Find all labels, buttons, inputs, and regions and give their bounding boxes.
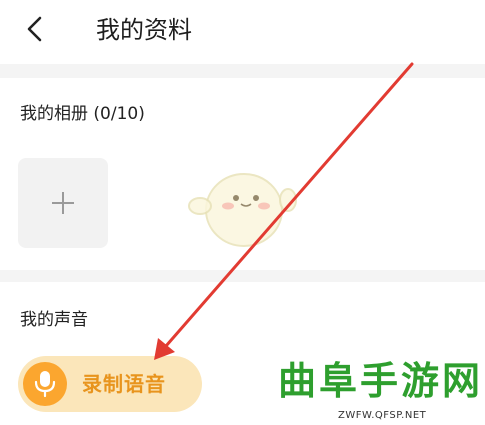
microphone-icon (34, 371, 56, 398)
record-voice-label: 录制语音 (82, 372, 166, 396)
mascot-watermark-icon (188, 173, 297, 247)
section-divider (0, 64, 485, 78)
section-divider (0, 270, 485, 282)
watermark-text: 曲阜手游网 (278, 359, 484, 403)
back-button[interactable] (20, 14, 50, 44)
header-bar: 我的资料 (0, 0, 485, 64)
add-photo-button[interactable] (18, 158, 108, 248)
watermark-url: ZWFW.QFSP.NET (338, 410, 427, 421)
page-title: 我的资料 (96, 16, 192, 44)
record-voice-button[interactable]: 录制语音 (18, 356, 202, 412)
plus-icon (52, 192, 74, 214)
chevron-left-icon (27, 16, 42, 42)
mic-circle (23, 362, 67, 406)
album-section-label: 我的相册 (0/10) (20, 104, 145, 124)
voice-section-label: 我的声音 (20, 310, 88, 330)
